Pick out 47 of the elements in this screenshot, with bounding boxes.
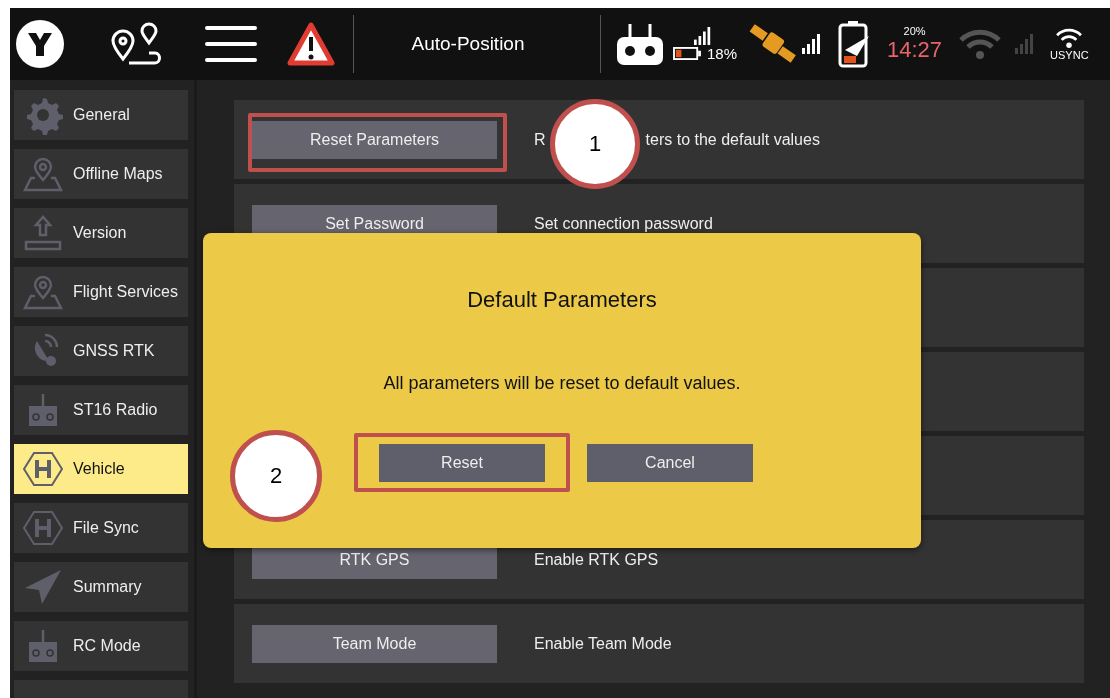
setting-description: Enable RTK GPS [534,550,659,569]
settings-button[interactable]: Reset Parameters [252,120,497,159]
sidebar-item[interactable]: Offline Maps [14,149,188,199]
helipad-icon [23,508,63,548]
dialog-title: Default Parameters [467,287,657,313]
setting-description: Set connection password [534,214,713,233]
sidebar-label: Vehicle [73,460,125,478]
dialog-message: All parameters will be reset to default values. [383,373,741,394]
sidebar-label: General [73,106,130,124]
sidebar-item[interactable]: Summary [14,562,188,612]
battery-icon [673,46,701,60]
sidebar-item[interactable]: File Sync [14,503,188,553]
upload-icon [23,213,63,253]
warning-icon[interactable] [287,22,335,66]
setting-description: ters to the default values [645,130,820,149]
drone-battery-icon [837,20,872,68]
setting-description: R [534,130,546,149]
setting-description: Enable Team Mode [534,634,672,653]
sidebar-item[interactable]: ST16 Radio [14,385,188,435]
dialog-button[interactable]: Cancel [587,444,753,482]
sidebar-item[interactable]: Flight Services [14,267,188,317]
sidebar-label: File Sync [73,519,139,537]
network-name: USYNC [1050,49,1089,61]
sidebar-item[interactable]: Version [14,208,188,258]
wifi-icon [1055,27,1084,49]
flight-mode[interactable]: Auto-Position [354,33,582,55]
sidebar-label: Offline Maps [73,165,163,183]
aircraft-battery-percent: 20% [903,25,926,37]
step-marker: 2 [230,430,322,522]
controller-icon [615,22,665,66]
settings-button[interactable]: Team Mode [252,624,497,663]
app-logo-icon[interactable] [15,19,65,69]
sidebar-label: Version [73,224,127,242]
sidebar-item[interactable]: General [14,90,188,140]
wifi-icon [958,27,1003,61]
helipad-icon [23,449,63,489]
sidebar-label: Flight Services [73,283,178,301]
sidebar-item[interactable]: GNSS RTK [14,326,188,376]
sidebar-label: Summary [73,578,142,596]
sidebar-item[interactable]: RC Mode [14,621,188,671]
dialog-button[interactable]: Reset [379,444,545,482]
flight-time: 14:27 [887,37,943,63]
sidebar-label: GNSS RTK [73,342,155,360]
sidebar-item[interactable]: Vehicle [14,444,188,494]
sidebar-label: RC Mode [73,637,141,655]
sidebar-label: ST16 Radio [73,401,158,419]
rc-battery-percent: 18% [707,44,738,62]
